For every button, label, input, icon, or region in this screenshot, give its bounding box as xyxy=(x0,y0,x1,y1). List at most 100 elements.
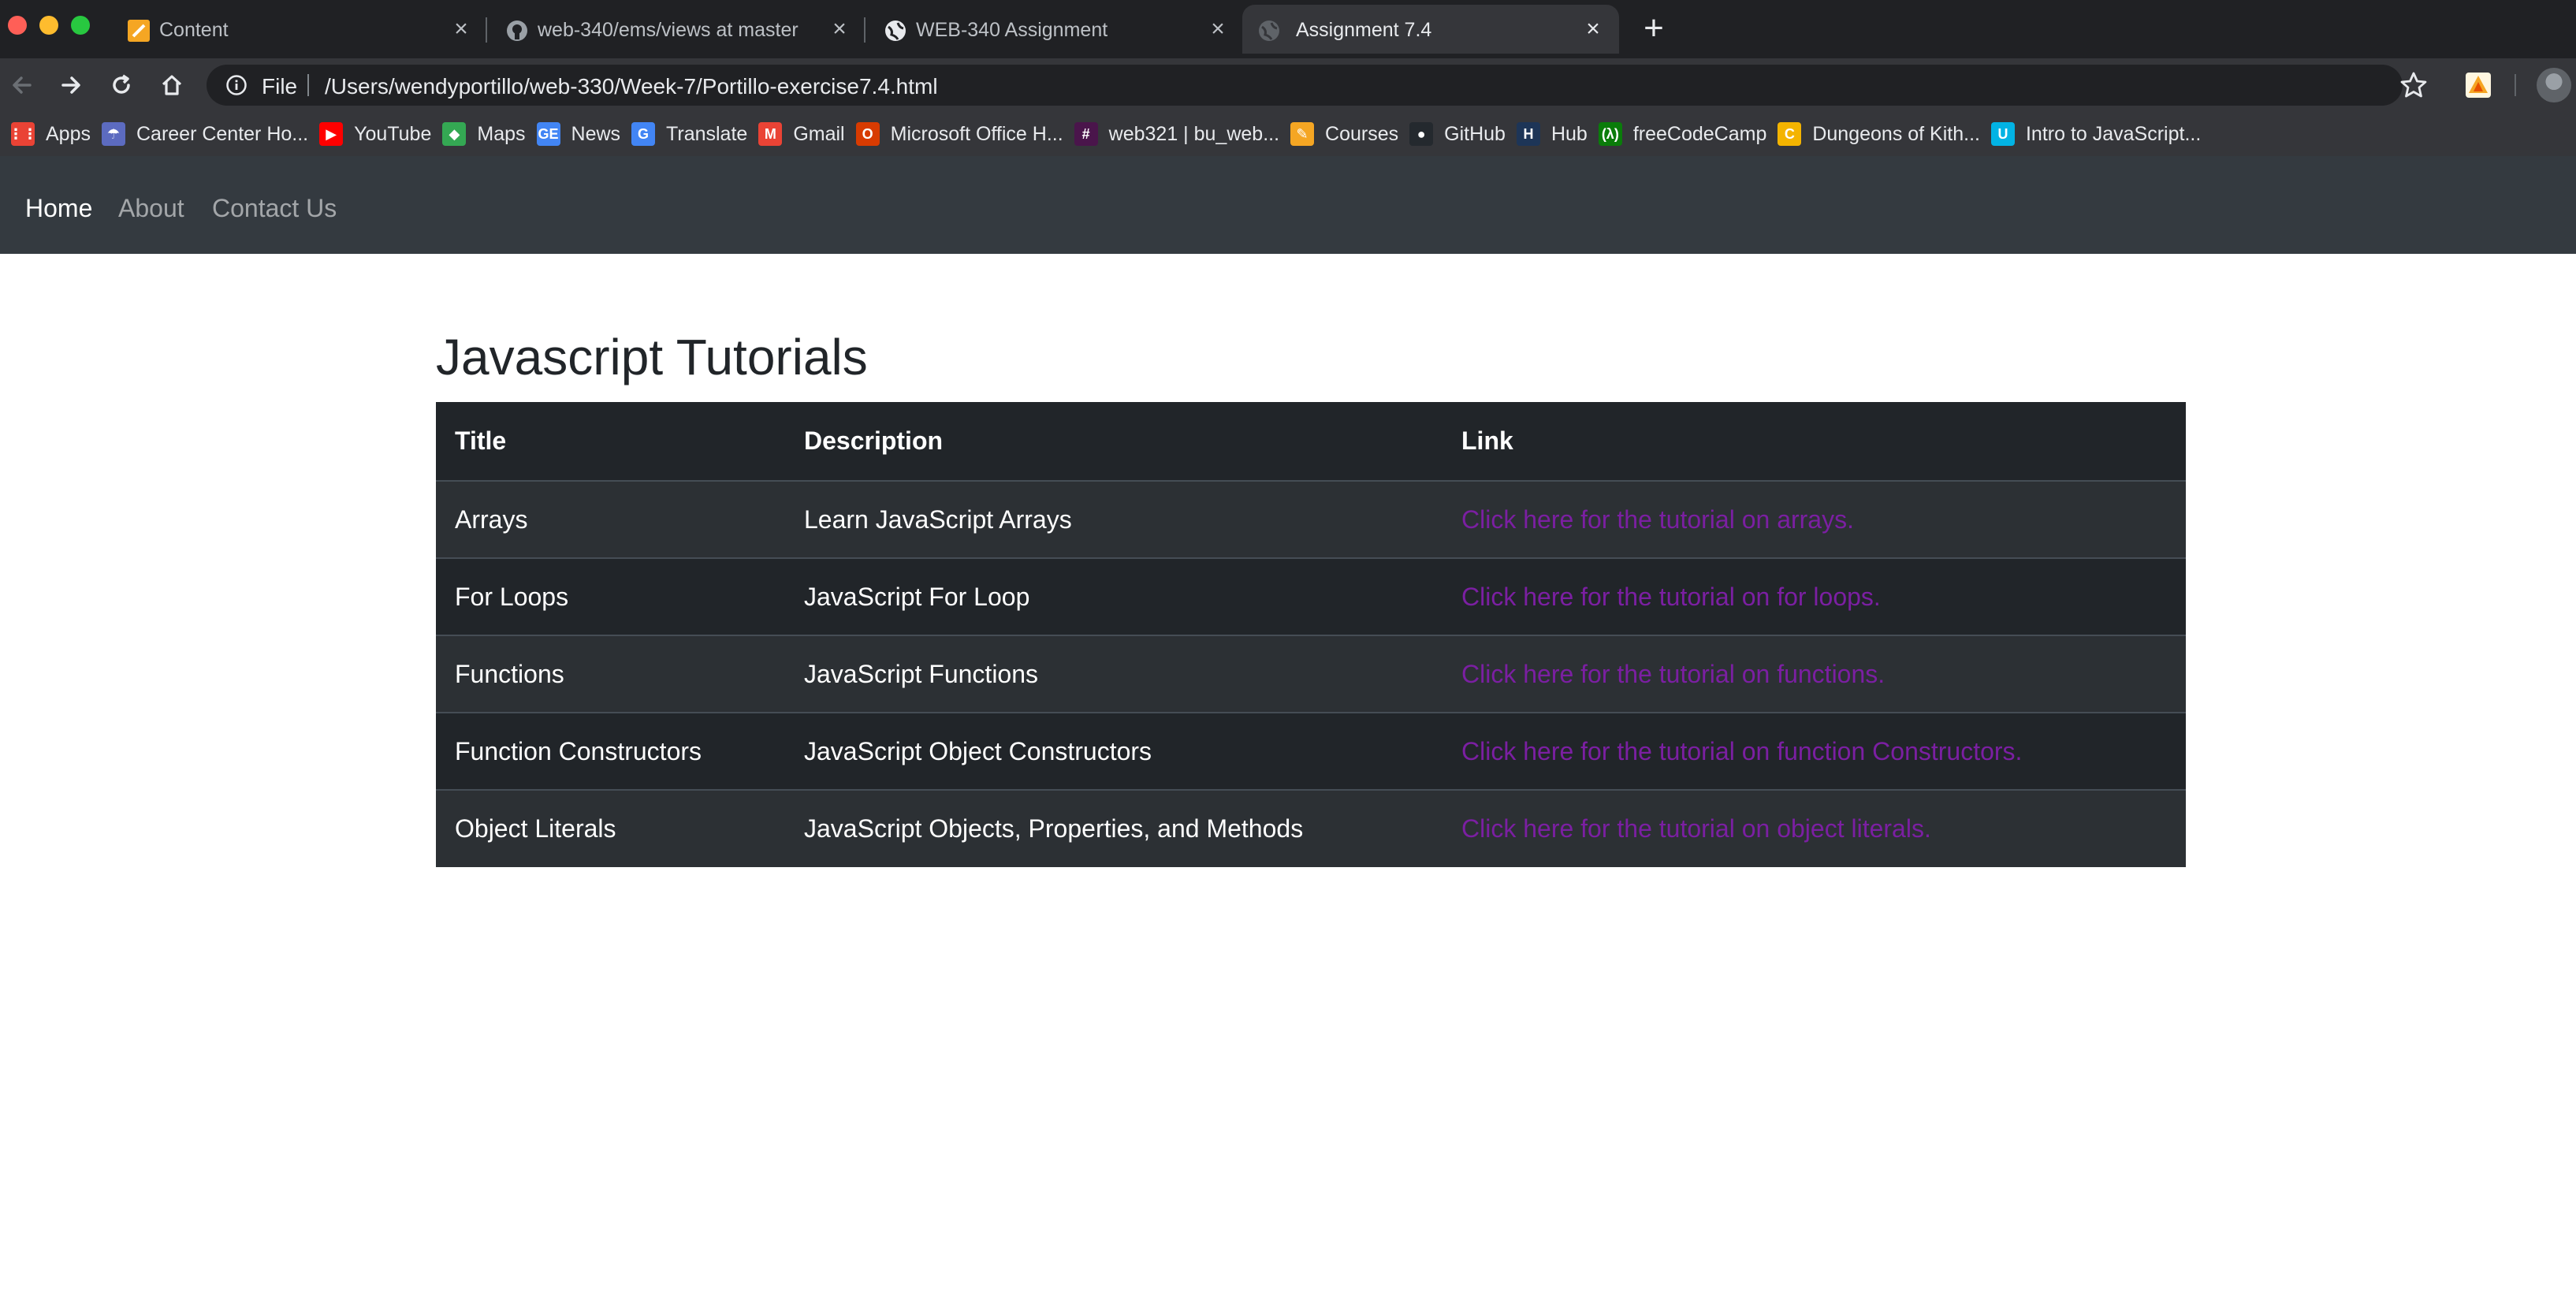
bookmark-item[interactable]: M Gmail xyxy=(758,118,845,150)
tab-assignment-7-4[interactable]: Assignment 7.4 × xyxy=(1242,5,1619,54)
reload-icon xyxy=(113,74,130,94)
column-header-description: Description xyxy=(785,402,1442,481)
bookmark-item[interactable]: # web321 | bu_web... xyxy=(1074,118,1279,150)
table-row: Function Constructors JavaScript Object C… xyxy=(436,712,2186,790)
arrow-right-icon xyxy=(61,76,80,94)
address-url[interactable]: /Users/wendyportillo/web-330/Week-7/Port… xyxy=(325,74,938,99)
bookmark-label: Hub xyxy=(1550,122,1588,145)
home-button[interactable] xyxy=(154,68,189,102)
bookmark-label: Dungeons of Kith... xyxy=(1812,122,1980,145)
github-icon: ● xyxy=(1409,122,1434,146)
cell-title: Object Literals xyxy=(436,789,785,867)
tab-separator xyxy=(486,17,487,43)
tutorial-link[interactable]: Click here for the tutorial on object li… xyxy=(1461,814,1931,843)
career-center-icon: ☂ xyxy=(101,122,125,146)
bookmark-item[interactable]: ◆ Maps xyxy=(442,118,526,150)
cell-title: Arrays xyxy=(436,480,785,558)
address-scheme: File xyxy=(262,74,298,99)
browser-tab-strip: Content × web-340/ems/views at master × … xyxy=(0,0,2576,58)
tab-label: web-340/ems/views at master xyxy=(538,19,798,41)
cell-description: JavaScript Objects, Properties, and Meth… xyxy=(785,789,1442,867)
bookmark-label: Gmail xyxy=(793,122,845,145)
column-header-link: Link xyxy=(1442,402,2186,481)
gmail-icon: M xyxy=(758,122,783,146)
bookmark-item[interactable]: ● GitHub xyxy=(1409,118,1506,150)
bookmark-item[interactable]: ⋮⋮ Apps xyxy=(9,118,91,150)
reload-button[interactable] xyxy=(104,68,139,102)
new-tab-button[interactable]: + xyxy=(1638,11,1670,46)
close-tab-icon[interactable]: × xyxy=(1204,16,1231,43)
cell-link: Click here for the tutorial on functions… xyxy=(1442,635,2186,713)
bookmark-label: Career Center Ho... xyxy=(136,122,309,145)
cell-link: Click here for the tutorial on for loops… xyxy=(1442,557,2186,635)
tab-github-views[interactable]: web-340/ems/views at master × xyxy=(497,5,861,54)
bookmark-item[interactable]: ✎ Courses xyxy=(1290,118,1398,150)
address-divider xyxy=(307,74,309,96)
cell-link: Click here for the tutorial on function … xyxy=(1442,712,2186,790)
bookmark-item[interactable]: O Microsoft Office H... xyxy=(855,118,1063,150)
bookmark-label: News xyxy=(571,122,621,145)
bookmark-label: freeCodeCamp xyxy=(1632,122,1767,145)
tutorials-table: Title Description Link Arrays Learn JavaS… xyxy=(436,402,2186,867)
tab-content[interactable]: Content × xyxy=(118,5,482,54)
table-row: For Loops JavaScript For Loop Click here f… xyxy=(436,557,2186,635)
bookmark-star-icon[interactable] xyxy=(2398,69,2429,101)
bookmark-item[interactable]: G Translate xyxy=(631,118,747,150)
bookmark-label: Courses xyxy=(1325,122,1399,145)
bookmark-item[interactable]: U Intro to JavaScript... xyxy=(1990,118,2202,150)
dungeons-icon: C xyxy=(1778,122,1802,146)
address-bar[interactable]: File /Users/wendyportillo/web-330/Week-7… xyxy=(207,65,2403,106)
tutorial-link[interactable]: Click here for the tutorial on arrays. xyxy=(1461,505,1854,534)
nav-contact-link[interactable]: Contact Us xyxy=(212,194,337,223)
close-window-button[interactable] xyxy=(8,16,27,35)
close-tab-icon[interactable]: × xyxy=(1580,16,1606,43)
arrow-left-icon xyxy=(13,76,32,94)
tutorial-link[interactable]: Click here for the tutorial on functions… xyxy=(1461,660,1885,688)
nav-about-link[interactable]: About xyxy=(118,194,184,223)
tutorial-link[interactable]: Click here for the tutorial on function … xyxy=(1461,737,2022,765)
extension-icon[interactable] xyxy=(2464,71,2492,99)
udacity-icon: U xyxy=(1990,122,2015,146)
forward-button[interactable] xyxy=(54,68,88,102)
table-row: Functions JavaScript Functions Click here … xyxy=(436,635,2186,713)
notepad-icon xyxy=(126,18,151,43)
bookmark-item[interactable]: ▶ YouTube xyxy=(319,118,431,150)
freecodecamp-icon: (λ) xyxy=(1598,122,1622,146)
cell-title: Functions xyxy=(436,635,785,713)
close-tab-icon[interactable]: × xyxy=(448,16,475,43)
cell-title: Function Constructors xyxy=(436,712,785,790)
bookmark-item[interactable]: H Hub xyxy=(1516,118,1588,150)
google-translate-icon: G xyxy=(631,122,656,146)
globe-icon xyxy=(883,18,908,43)
page-title: Javascript Tutorials xyxy=(436,329,868,385)
bookmarks-bar: ⋮⋮ Apps ☂ Career Center Ho... ▶ YouTube ◆ Maps G… xyxy=(0,112,2576,156)
profile-avatar[interactable] xyxy=(2537,68,2571,102)
cell-description: Learn JavaScript Arrays xyxy=(785,480,1442,558)
slack-icon: # xyxy=(1074,122,1098,146)
back-button[interactable] xyxy=(5,68,39,102)
bookmark-label: Intro to JavaScript... xyxy=(2025,122,2202,145)
table-header-row: Title Description Link xyxy=(436,402,2186,481)
tab-web340-assignment[interactable]: WEB-340 Assignment × xyxy=(875,5,1239,54)
tutorial-link[interactable]: Click here for the tutorial on for loops… xyxy=(1461,583,1881,611)
tab-label: WEB-340 Assignment xyxy=(916,19,1108,41)
cell-link: Click here for the tutorial on object li… xyxy=(1442,789,2186,867)
info-icon[interactable] xyxy=(225,74,248,96)
maximize-window-button[interactable] xyxy=(71,16,90,35)
close-tab-icon[interactable]: × xyxy=(826,16,853,43)
minimize-window-button[interactable] xyxy=(39,16,58,35)
bookmark-item[interactable]: ☂ Career Center Ho... xyxy=(101,118,309,150)
hub-icon: H xyxy=(1516,122,1540,146)
bookmark-item[interactable]: (λ) freeCodeCamp xyxy=(1598,118,1767,150)
bookmark-item[interactable]: GE News xyxy=(536,118,621,150)
cell-link: Click here for the tutorial on arrays. xyxy=(1442,480,2186,558)
bookmark-label: Maps xyxy=(477,122,526,145)
nav-home-link[interactable]: Home xyxy=(25,194,92,223)
table-body: Arrays Learn JavaScript Arrays Click here … xyxy=(436,480,2186,867)
bookmark-item[interactable]: C Dungeons of Kith... xyxy=(1778,118,1980,150)
github-icon xyxy=(504,18,530,43)
toolbar-separator xyxy=(2515,74,2516,96)
bookmark-label: Translate xyxy=(666,122,748,145)
table-row: Object Literals JavaScript Objects, Prope… xyxy=(436,789,2186,867)
tab-label: Content xyxy=(159,19,229,41)
